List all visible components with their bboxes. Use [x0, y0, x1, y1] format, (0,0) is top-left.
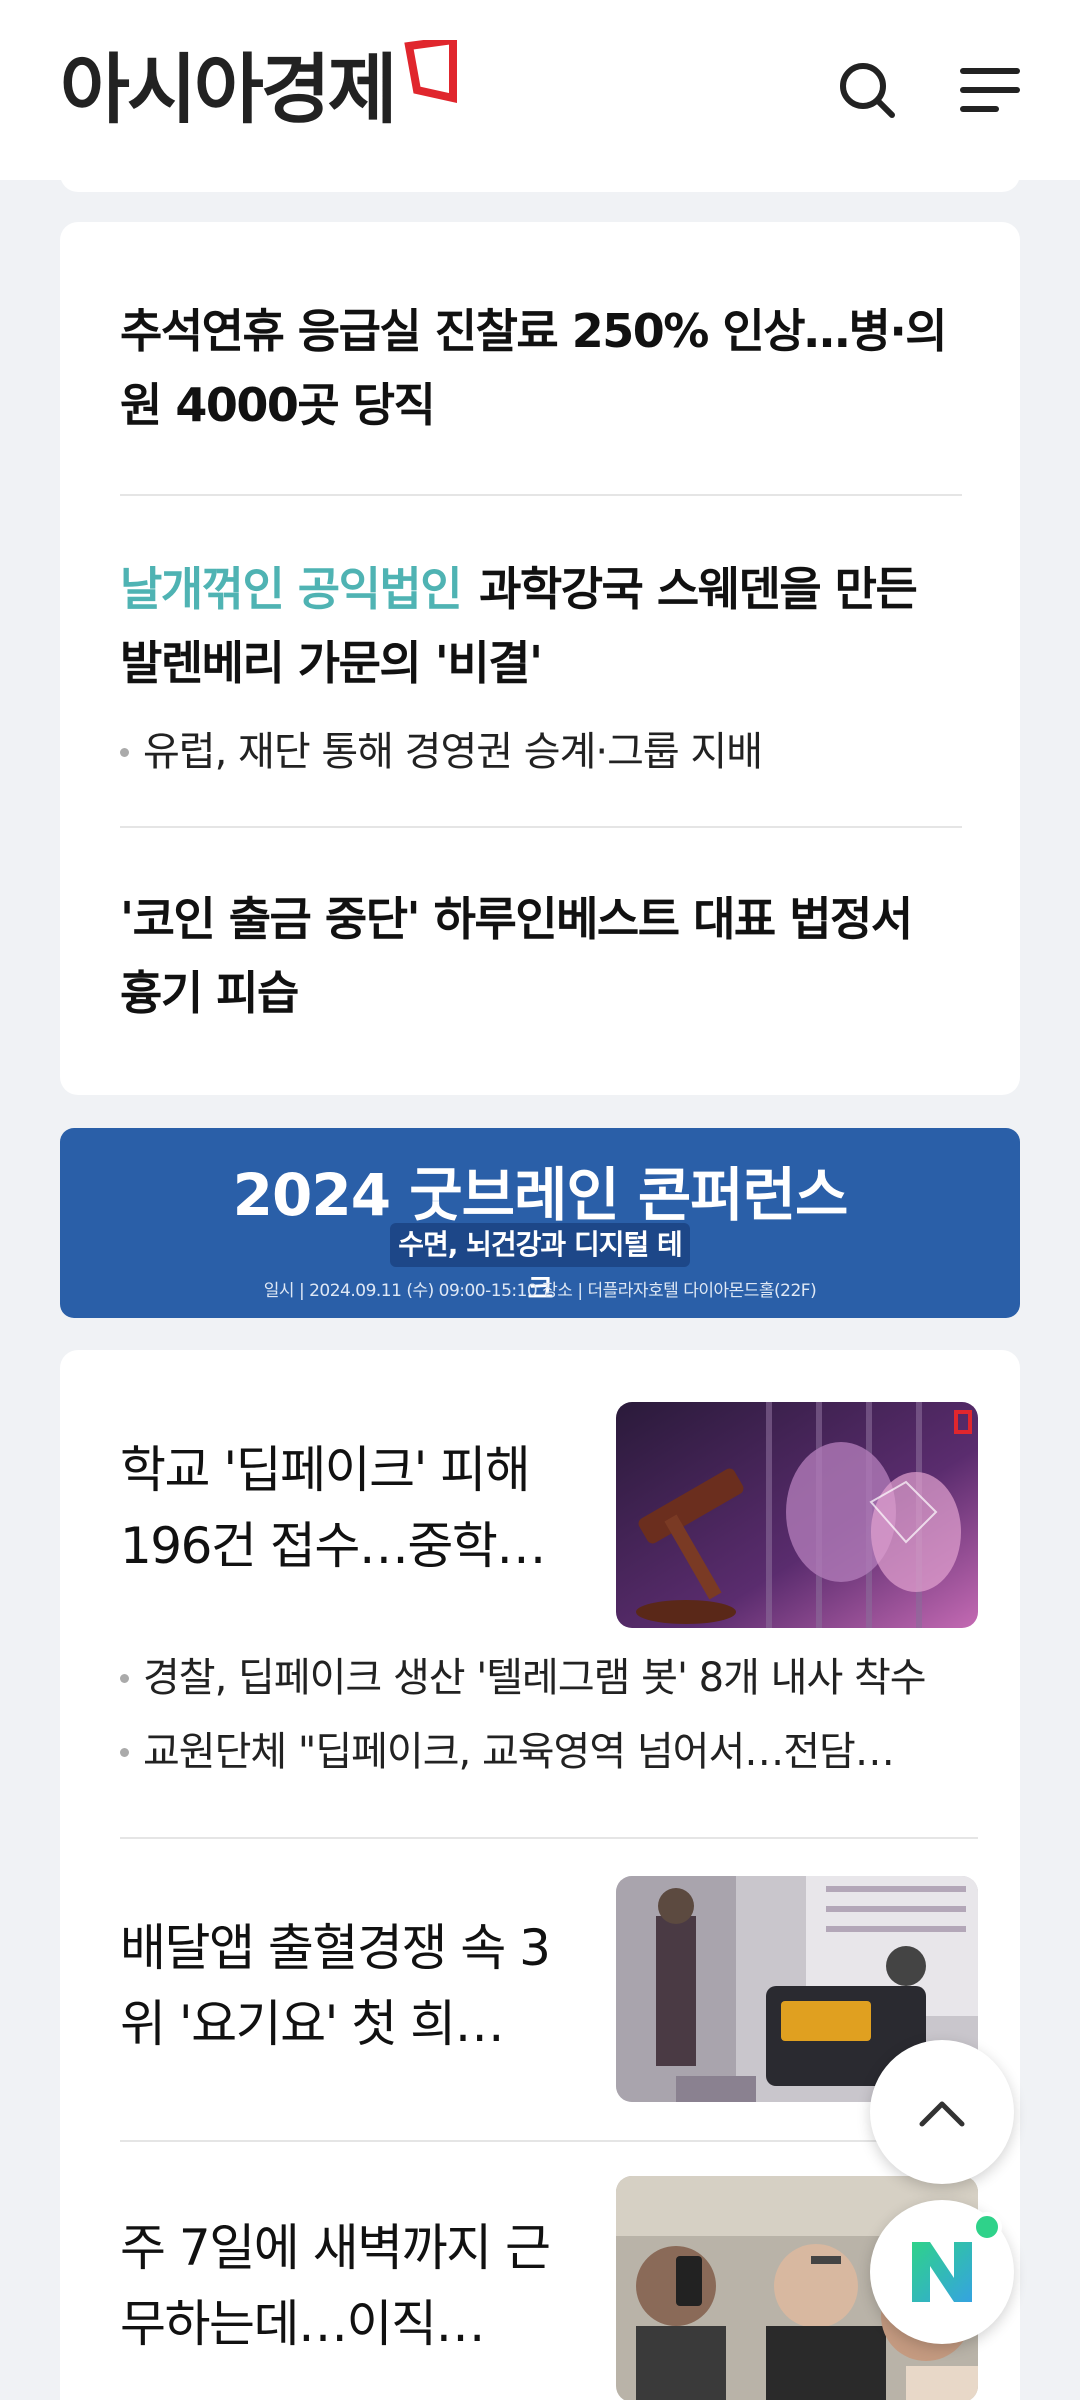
- story-thumbnail[interactable]: [616, 1402, 978, 1628]
- bullet-icon: [120, 1747, 129, 1757]
- search-icon: [840, 63, 895, 118]
- related-link[interactable]: 유럽, 재단 통해 경영권 승계·그룹 지배: [120, 722, 962, 782]
- chevron-up-icon: [919, 2101, 965, 2127]
- kicker-label: 날개꺾인 공익법인: [120, 562, 463, 616]
- headline-with-kicker: 날개꺾인 공익법인 과학강국 스웨덴을 만든 발렌베리 가문의 '비결': [120, 552, 962, 700]
- news-item[interactable]: 추석연휴 응급실 진찰료 250% 인상…병·의원 4000곳 당직: [120, 294, 962, 442]
- related-link[interactable]: 교원단체 "딥페이크, 교육영역 넘어서…전담…: [120, 1722, 980, 1782]
- search-button[interactable]: [832, 55, 902, 125]
- naver-news-button[interactable]: [870, 2200, 1014, 2344]
- naver-n-icon: [912, 2242, 972, 2302]
- deepfake-thumbnail-image: [616, 1402, 978, 1628]
- logo-text: 아시아경제: [60, 45, 398, 134]
- menu-button[interactable]: [955, 55, 1025, 125]
- headline: 추석연휴 응급실 진찰료 250% 인상…병·의원 4000곳 당직: [120, 304, 948, 432]
- related-link-label: 교원단체 "딥페이크, 교육영역 넘어서…전담…: [143, 1729, 895, 1775]
- divider: [120, 494, 962, 496]
- conference-banner[interactable]: 2024 굿브레인 콘퍼런스 수면, 뇌건강과 디지털 테크 일시 | 2024…: [60, 1128, 1020, 1318]
- bullet-icon: [120, 747, 129, 757]
- story-title[interactable]: 학교 '딥페이크' 피해 196건 접수…중학…: [120, 1432, 580, 1584]
- scroll-to-top-button[interactable]: [870, 2040, 1014, 2184]
- logo[interactable]: 아시아경제: [60, 40, 461, 140]
- related-link[interactable]: 경찰, 딥페이크 생산 '텔레그램 봇' 8개 내사 착수: [120, 1648, 980, 1708]
- banner-title: 2024 굿브레인 콘퍼런스: [232, 1161, 849, 1229]
- divider: [120, 2140, 978, 2142]
- divider: [120, 826, 962, 828]
- menu-icon: [960, 68, 1020, 112]
- banner-subtitle: 수면, 뇌건강과 디지털 테크: [390, 1223, 690, 1305]
- headline: '코인 출금 중단' 하루인베스트 대표 법정서 흉기 피습: [120, 892, 913, 1020]
- news-item[interactable]: '코인 출금 중단' 하루인베스트 대표 법정서 흉기 피습: [120, 882, 962, 1030]
- top-news-card: 추석연휴 응급실 진찰료 250% 인상…병·의원 4000곳 당직 날개꺾인 …: [60, 222, 1020, 1095]
- new-indicator-dot: [972, 2212, 1002, 2242]
- app-header: 아시아경제: [0, 0, 1080, 180]
- banner-info: 일시 | 2024.09.11 (수) 09:00-15:10 장소 | 더플라…: [263, 1281, 817, 1301]
- news-item[interactable]: 날개꺾인 공익법인 과학강국 스웨덴을 만든 발렌베리 가문의 '비결': [120, 552, 962, 700]
- story-title[interactable]: 주 7일에 새벽까지 근무하는데…이직…: [120, 2210, 580, 2362]
- divider: [120, 1837, 978, 1839]
- bullet-icon: [120, 1673, 129, 1683]
- story-title[interactable]: 배달앱 출혈경쟁 속 3위 '요기요' 첫 희…: [120, 1910, 580, 2062]
- related-link-label: 경찰, 딥페이크 생산 '텔레그램 봇' 8개 내사 착수: [143, 1655, 927, 1701]
- previous-card-edge: [60, 160, 1020, 192]
- related-link-label: 유럽, 재단 통해 경영권 승계·그룹 지배: [143, 729, 763, 775]
- logo-mark-icon: [403, 40, 457, 103]
